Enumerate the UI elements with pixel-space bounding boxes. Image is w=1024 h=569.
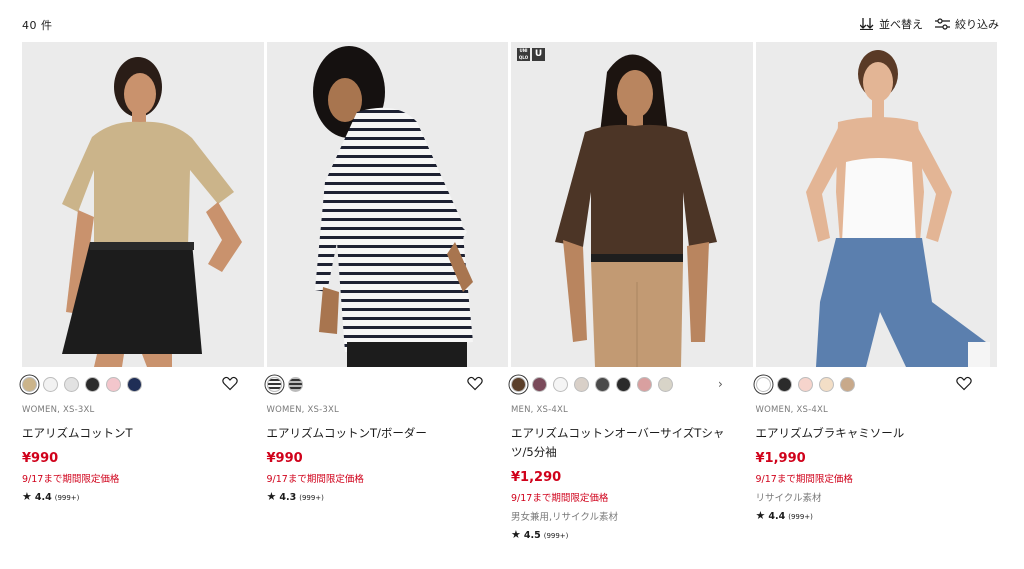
promo-text: 9/17まで期間限定価格	[755, 474, 853, 485]
filter-button[interactable]: 絞り込み	[935, 16, 999, 32]
star-icon: ★	[755, 509, 766, 522]
product-image[interactable]	[22, 42, 264, 367]
product-feature-text: リサイクル素材	[755, 493, 822, 504]
heart-icon[interactable]	[955, 376, 972, 391]
color-swatches	[266, 367, 509, 403]
sort-label: 並べ替え	[879, 18, 923, 31]
swatch-dark-gray[interactable]	[595, 377, 610, 392]
filter-icon	[935, 18, 950, 30]
swatch-light-pink[interactable]	[797, 377, 813, 392]
product-grid: WOMEN, XS-3XL エアリズムコットンT ¥990 9/17まで期間限定…	[22, 42, 998, 541]
swatch-brown[interactable]	[511, 377, 526, 392]
star-icon: ★	[266, 490, 277, 503]
product-rating: ★ 4.4 (999+)	[756, 509, 998, 522]
swatch-light-gray[interactable]	[64, 377, 79, 392]
heart-icon[interactable]	[466, 376, 483, 391]
product-card[interactable]: WOMEN, XS-4XL エアリズムブラキャミソール ¥1,990 9/17ま…	[755, 42, 998, 541]
swatch-off-white[interactable]	[43, 377, 58, 392]
swatch-ivory[interactable]	[658, 377, 673, 392]
chevron-right-icon[interactable]: ›	[718, 377, 723, 391]
rating-score: 4.4	[34, 492, 52, 503]
product-rating: ★ 4.5 (999+)	[511, 528, 753, 541]
product-card[interactable]: UNI QLO U › MEN, XS-4XL エアリズムコットンオーバーサイズ…	[511, 42, 753, 541]
swatch-black[interactable]	[616, 377, 631, 392]
product-price: ¥1,990	[755, 451, 806, 466]
product-image[interactable]: UNI QLO U	[511, 42, 753, 367]
swatch-beige[interactable]	[22, 377, 37, 392]
brand-badge: UNI QLO U	[517, 48, 545, 61]
result-count: 40 件	[22, 19, 53, 32]
star-icon: ★	[22, 490, 32, 503]
swatch-stripe-gray-black[interactable]	[287, 377, 303, 392]
product-rating: ★ 4.4 (999+)	[22, 490, 264, 503]
review-count: (999+)	[54, 494, 80, 502]
review-count: (999+)	[788, 513, 813, 521]
sort-icon	[860, 18, 874, 30]
product-card[interactable]: WOMEN, XS-3XL エアリズムコットンT/ボーダー ¥990 9/17ま…	[266, 42, 509, 541]
product-price: ¥990	[266, 451, 303, 466]
promo-text: 9/17まで期間限定価格	[266, 474, 364, 485]
heart-icon[interactable]	[222, 376, 238, 391]
swatch-tan[interactable]	[839, 377, 855, 392]
swatch-black[interactable]	[776, 377, 792, 392]
swatch-black[interactable]	[85, 377, 100, 392]
product-title[interactable]: エアリズムコットンT/ボーダー	[267, 424, 487, 443]
product-feature-text: 男女兼用,リサイクル素材	[511, 512, 619, 523]
rating-score: 4.3	[279, 492, 297, 503]
product-image[interactable]	[755, 42, 997, 367]
swatch-stripe-white-black[interactable]	[266, 377, 282, 392]
swatch-greige[interactable]	[574, 377, 589, 392]
filter-label: 絞り込み	[955, 18, 999, 31]
swatch-pink[interactable]	[106, 377, 121, 392]
brand-line-u: U	[532, 48, 545, 61]
results-toolbar: 40 件 並べ替え 絞り込み	[0, 0, 1024, 42]
product-price: ¥990	[22, 451, 59, 466]
star-icon: ★	[511, 528, 521, 541]
swatch-plum[interactable]	[532, 377, 547, 392]
product-gender-size: WOMEN, XS-4XL	[755, 405, 828, 415]
rating-score: 4.5	[523, 530, 541, 541]
brand-logo: UNI QLO	[517, 48, 530, 61]
product-image[interactable]	[266, 42, 508, 367]
swatch-white[interactable]	[553, 377, 568, 392]
product-rating: ★ 4.3 (999+)	[267, 490, 509, 503]
sort-button[interactable]: 並べ替え	[860, 16, 923, 32]
review-count: (999+)	[543, 532, 569, 540]
product-title[interactable]: エアリズムコットンT	[22, 424, 242, 443]
swatch-navy[interactable]	[127, 377, 142, 392]
product-card[interactable]: WOMEN, XS-3XL エアリズムコットンT ¥990 9/17まで期間限定…	[22, 42, 264, 541]
product-gender-size: MEN, XS-4XL	[511, 405, 568, 415]
color-swatches	[22, 367, 264, 403]
swatch-white[interactable]	[755, 377, 771, 392]
swatch-rose[interactable]	[637, 377, 652, 392]
color-swatches	[755, 367, 998, 403]
swatch-cream[interactable]	[818, 377, 834, 392]
rating-score: 4.4	[768, 511, 786, 522]
promo-text: 9/17まで期間限定価格	[511, 493, 609, 504]
product-price: ¥1,290	[511, 470, 562, 485]
color-swatches: ›	[511, 367, 753, 403]
product-title[interactable]: エアリズムコットンオーバーサイズTシャツ/5分袖	[511, 424, 731, 462]
promo-text: 9/17まで期間限定価格	[22, 474, 120, 485]
product-gender-size: WOMEN, XS-3XL	[266, 405, 339, 415]
product-gender-size: WOMEN, XS-3XL	[22, 405, 95, 415]
review-count: (999+)	[299, 494, 324, 502]
product-title[interactable]: エアリズムブラキャミソール	[756, 424, 976, 443]
